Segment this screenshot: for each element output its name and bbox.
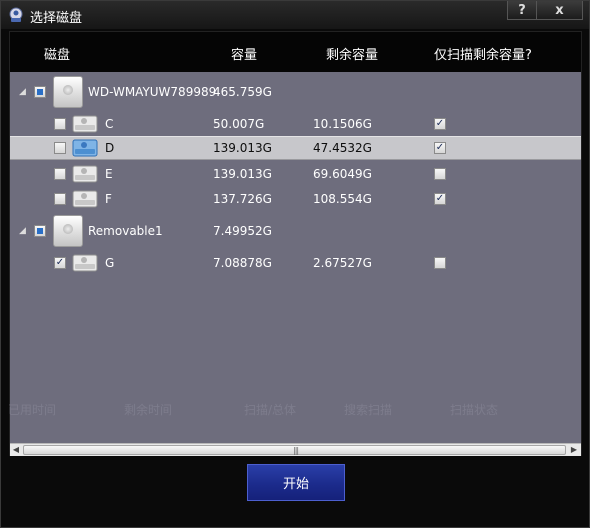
partition-row[interactable]: C 50.007G 10.1506G ✓ (10, 112, 581, 136)
partition-checkbox[interactable] (54, 193, 66, 205)
column-header: 磁盘 容量 剩余容量 仅扫描剩余容量? (10, 32, 581, 72)
title-bar[interactable]: 选择磁盘 ? x (1, 1, 589, 29)
partition-capacity: 139.013G (213, 141, 272, 155)
start-button[interactable]: 开始 (247, 464, 345, 501)
horizontal-scrollbar[interactable]: ◀ ||| ▶ (10, 443, 581, 456)
drive-icon (72, 165, 98, 183)
partition-capacity: 139.013G (213, 167, 272, 181)
column-disk[interactable]: 磁盘 (44, 44, 70, 63)
scan-free-checkbox[interactable] (434, 168, 446, 180)
scan-free-checkbox[interactable] (434, 257, 446, 269)
partition-row[interactable]: ✓ G 7.08878G 2.67527G (10, 251, 581, 275)
scroll-right-icon[interactable]: ▶ (568, 445, 580, 455)
expander-icon[interactable]: ◢ (19, 87, 29, 97)
disk-name: Removable1 (88, 224, 163, 238)
disk-capacity: 465.759G (213, 85, 272, 99)
disk-row[interactable]: ◢ WD-WMAYUW789989 465.759G (10, 76, 581, 108)
partition-letter: G (105, 256, 115, 270)
partition-free: 2.67527G (313, 256, 372, 270)
partition-row[interactable]: E 139.013G 69.6049G (10, 162, 581, 186)
drive-icon (72, 115, 98, 133)
partition-letter: C (105, 117, 114, 131)
partition-row[interactable]: D 139.013G 47.4532G ✓ (10, 136, 581, 160)
partition-checkbox[interactable] (54, 118, 66, 130)
window-title: 选择磁盘 (30, 11, 83, 26)
hard-disk-icon (53, 76, 83, 108)
partition-free: 108.554G (313, 192, 372, 206)
disk-capacity: 7.49952G (213, 224, 272, 238)
disk-checkbox[interactable] (34, 225, 46, 237)
partition-capacity: 50.007G (213, 117, 265, 131)
background-label: 扫描/总体 (244, 403, 297, 417)
scan-free-checkbox[interactable]: ✓ (434, 142, 446, 154)
partition-free: 47.4532G (313, 141, 372, 155)
disk-row[interactable]: ◢ Removable1 7.49952G (10, 215, 581, 247)
scan-free-checkbox[interactable]: ✓ (434, 118, 446, 130)
background-label: 已用时间 (8, 403, 57, 417)
scrollbar-grip-icon: ||| (293, 446, 299, 455)
partition-capacity: 7.08878G (213, 256, 272, 270)
partition-free: 69.6049G (313, 167, 372, 181)
disk-checkbox[interactable] (34, 86, 46, 98)
partition-letter: E (105, 167, 113, 181)
disk-name: WD-WMAYUW789989 (88, 85, 217, 99)
select-disk-dialog: 选择磁盘 ? x 磁盘 容量 剩余容量 仅扫描剩余容量? ◢ WD-WMAYUW… (0, 0, 590, 528)
column-capacity[interactable]: 容量 (231, 44, 257, 63)
scroll-left-icon[interactable]: ◀ (10, 445, 22, 455)
scan-free-checkbox[interactable]: ✓ (434, 193, 446, 205)
app-logo-icon (9, 7, 23, 22)
help-button[interactable]: ? (507, 1, 537, 20)
partition-row[interactable]: F 137.726G 108.554G ✓ (10, 187, 581, 211)
scrollbar-thumb[interactable]: ||| (23, 445, 566, 455)
partition-letter: D (105, 141, 115, 155)
column-free[interactable]: 剩余容量 (326, 44, 378, 63)
partition-checkbox[interactable] (54, 142, 66, 154)
drive-icon (72, 254, 98, 272)
removable-disk-icon (53, 215, 83, 247)
column-scan-free-only[interactable]: 仅扫描剩余容量? (434, 44, 532, 63)
partition-checkbox[interactable]: ✓ (54, 257, 66, 269)
close-button[interactable]: x (537, 1, 583, 20)
disk-list-panel: 磁盘 容量 剩余容量 仅扫描剩余容量? ◢ WD-WMAYUW789989 46… (8, 31, 582, 456)
drive-icon (72, 139, 98, 157)
partition-checkbox[interactable] (54, 168, 66, 180)
window-controls: ? x (507, 1, 583, 21)
background-label: 扫描状态 (450, 403, 499, 417)
partition-letter: F (105, 192, 112, 206)
background-label: 剩余时间 (124, 403, 173, 417)
drive-icon (72, 190, 98, 208)
expander-icon[interactable]: ◢ (19, 226, 29, 236)
partition-capacity: 137.726G (213, 192, 272, 206)
background-label: 搜索扫描 (344, 403, 393, 417)
partition-free: 10.1506G (313, 117, 372, 131)
